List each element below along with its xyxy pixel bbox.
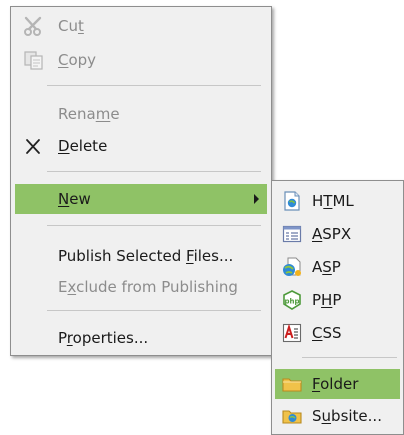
menu-item-publish-selected-files[interactable]: Publish Selected Files... [15,241,267,271]
aspx-file-icon [282,225,302,243]
submenu-item-php[interactable]: php PHP [275,285,400,315]
menu-item-exclude-from-publishing[interactable]: Exclude from Publishing [15,272,267,302]
menu-item-cut[interactable]: Cut [15,11,267,41]
submenu-separator [302,357,397,358]
menu-item-cut-label: Cut [58,17,84,35]
scissors-icon [24,16,42,36]
menu-separator [47,225,261,226]
submenu-item-aspx[interactable]: ASPX [275,219,400,249]
menu-item-delete-label: Delete [58,137,108,155]
menu-separator [47,171,261,172]
submenu-item-css[interactable]: CSS [275,318,400,348]
delete-x-icon [26,139,40,154]
submenu-item-html[interactable]: HTML [275,186,400,216]
submenu-item-asp[interactable]: ASP [275,252,400,282]
submenu-item-php-label: PHP [312,291,342,309]
css-file-icon [282,323,302,343]
svg-text:php: php [284,298,299,306]
menu-item-copy[interactable]: Copy [15,45,267,75]
menu-item-publish-label: Publish Selected Files... [58,247,234,265]
menu-item-delete[interactable]: Delete [15,131,267,161]
html-file-icon [284,191,300,211]
submenu-item-folder[interactable]: Folder [275,369,400,399]
copy-icon [24,51,43,70]
menu-item-new-label: New [58,190,91,208]
submenu-item-asp-label: ASP [312,258,341,276]
submenu-item-folder-label: Folder [312,375,359,393]
menu-item-rename[interactable]: Rename [15,99,267,129]
folder-icon [282,378,302,392]
menu-item-properties[interactable]: Properties... [15,323,267,353]
submenu-item-css-label: CSS [312,324,342,342]
submenu-arrow-icon [254,194,259,204]
menu-item-copy-label: Copy [58,51,97,69]
php-file-icon: php [283,290,301,310]
menu-item-rename-label: Rename [58,105,120,123]
menu-item-exclude-label: Exclude from Publishing [58,278,238,296]
menu-separator [47,85,261,86]
menu-item-new[interactable]: New [15,184,267,214]
submenu-item-subsite[interactable]: Subsite... [275,401,400,431]
submenu-item-subsite-label: Subsite... [312,407,382,425]
context-menu: Cut Copy Rename Delete New Publish Selec… [10,6,272,356]
menu-separator [47,310,261,311]
submenu-item-aspx-label: ASPX [312,225,352,243]
asp-file-icon [283,257,301,276]
menu-item-properties-label: Properties... [58,329,149,347]
submenu-item-html-label: HTML [312,192,354,210]
new-submenu: HTML ASPX ASP php PHP CSS Folder Subsite… [271,180,404,435]
subsite-folder-icon [282,410,302,424]
